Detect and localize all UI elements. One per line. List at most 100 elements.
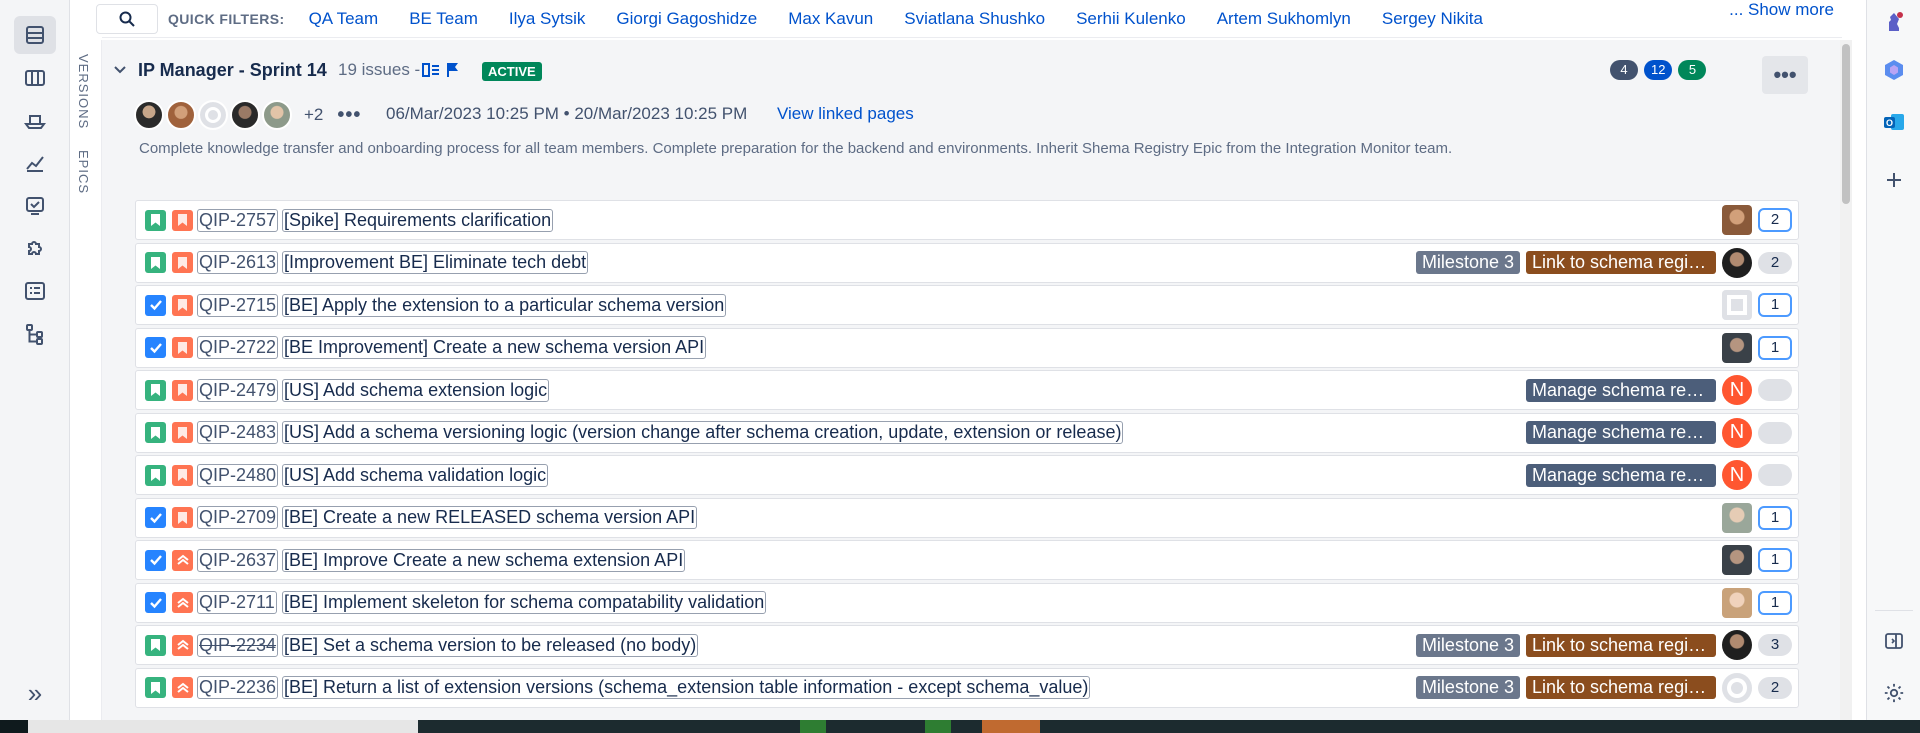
taskbar-app-1[interactable]: [800, 720, 826, 733]
team-avatar-4[interactable]: [230, 100, 260, 130]
story-points-badge[interactable]: 2: [1758, 676, 1792, 699]
filter-max-kavun[interactable]: Max Kavun: [788, 9, 873, 29]
versions-tab[interactable]: VERSIONS: [76, 54, 91, 129]
outlook-app-button[interactable]: O: [1880, 108, 1908, 136]
settings-button[interactable]: [1880, 679, 1908, 707]
story-points-badge[interactable]: 2: [1758, 251, 1792, 274]
issue-summary[interactable]: [Improvement BE] Eliminate tech debt: [282, 251, 589, 274]
issue-key[interactable]: QIP-2709: [197, 506, 279, 529]
show-more-filters-link[interactable]: ... Show more: [1729, 0, 1834, 20]
issue-row[interactable]: QIP-2234 [BE] Set a schema version to be …: [135, 625, 1799, 665]
copilot-app-button[interactable]: [1880, 56, 1908, 84]
sprint-title[interactable]: IP Manager - Sprint 14: [138, 60, 327, 81]
filter-sergey-nikita[interactable]: Sergey Nikita: [1382, 9, 1483, 29]
assignee-avatar[interactable]: [1722, 545, 1752, 575]
hierarchy-nav-button[interactable]: [14, 315, 56, 353]
fix-version-label[interactable]: Milestone 3: [1415, 251, 1520, 274]
issue-row[interactable]: QIP-2483 [US] Add a schema versioning log…: [135, 412, 1799, 453]
issue-row[interactable]: QIP-2480 [US] Add schema validation logic…: [135, 455, 1799, 495]
issue-row[interactable]: QIP-2236 [BE] Return a list of extension …: [135, 667, 1799, 708]
avatar-menu-icon[interactable]: •••: [337, 104, 361, 127]
issue-key[interactable]: QIP-2715: [197, 293, 279, 317]
assignee-avatar[interactable]: N: [1722, 417, 1752, 448]
story-points-badge[interactable]: [1758, 464, 1792, 486]
more-avatars-count[interactable]: +2: [304, 105, 323, 125]
story-points-badge[interactable]: 1: [1758, 335, 1792, 360]
team-avatar-5[interactable]: [262, 100, 292, 130]
taskbar-app-3[interactable]: [982, 720, 1040, 733]
scrollbar[interactable]: [1840, 40, 1852, 720]
taskbar-app-2[interactable]: [925, 720, 951, 733]
issue-key[interactable]: QIP-2480: [197, 463, 279, 487]
story-points-badge[interactable]: 3: [1758, 634, 1792, 656]
board-nav-button[interactable]: [14, 59, 56, 97]
story-points-badge[interactable]: 1: [1758, 505, 1792, 530]
issue-summary[interactable]: [BE] Improve Create a new schema extensi…: [282, 548, 686, 572]
assignee-avatar[interactable]: [1722, 672, 1752, 703]
checklist-nav-button[interactable]: [14, 187, 56, 225]
assignee-avatar[interactable]: [1722, 290, 1752, 320]
sidebar-toggle-button[interactable]: [1880, 627, 1908, 655]
filter-artem-sukhomlyn[interactable]: Artem Sukhomlyn: [1217, 9, 1351, 29]
filter-giorgi-gagoshidze[interactable]: Giorgi Gagoshidze: [616, 9, 757, 29]
issue-key[interactable]: QIP-2479: [197, 378, 279, 402]
team-avatar-1[interactable]: [134, 100, 164, 130]
chess-app-button[interactable]: [1880, 8, 1908, 36]
issue-key[interactable]: QIP-2613: [197, 251, 279, 274]
list-nav-button[interactable]: [14, 272, 56, 310]
story-points-badge[interactable]: [1758, 421, 1792, 444]
sprint-more-actions-button[interactable]: •••: [1762, 56, 1808, 94]
filter-serhii-kulenko[interactable]: Serhii Kulenko: [1076, 9, 1186, 29]
issue-row[interactable]: QIP-2715 [BE] Apply the extension to a pa…: [135, 285, 1799, 325]
taskbar-start[interactable]: [0, 720, 28, 733]
addons-nav-button[interactable]: [14, 229, 56, 267]
issue-row[interactable]: QIP-2709 [BE] Create a new RELEASED schem…: [135, 497, 1799, 538]
filter-be-team[interactable]: BE Team: [409, 9, 478, 29]
filter-sviatlana-shushko[interactable]: Sviatlana Shushko: [904, 9, 1045, 29]
issue-summary[interactable]: [US] Add a schema versioning logic (vers…: [282, 421, 1124, 444]
issue-row[interactable]: QIP-2757 [Spike] Requirements clarificati…: [135, 200, 1799, 240]
view-linked-pages-link[interactable]: View linked pages: [777, 104, 914, 124]
issue-summary[interactable]: [US] Add schema extension logic: [282, 378, 550, 402]
assignee-avatar[interactable]: [1722, 502, 1752, 533]
issue-summary[interactable]: [BE] Implement skeleton for schema compa…: [282, 591, 767, 614]
add-app-button[interactable]: [1880, 166, 1908, 194]
issue-summary[interactable]: [BE Improvement] Create a new schema ver…: [282, 336, 707, 359]
scrollbar-thumb[interactable]: [1842, 44, 1850, 204]
story-points-badge[interactable]: 1: [1758, 590, 1792, 615]
issue-summary[interactable]: [BE] Apply the extension to a particular…: [282, 293, 727, 317]
issue-summary[interactable]: [BE] Create a new RELEASED schema versio…: [282, 506, 698, 529]
issue-key[interactable]: QIP-2722: [197, 336, 279, 359]
assignee-avatar[interactable]: [1722, 332, 1752, 363]
epic-label[interactable]: Manage schema regi...: [1526, 421, 1716, 444]
story-points-badge[interactable]: 2: [1758, 208, 1792, 232]
issue-summary[interactable]: [BE] Set a schema version to be released…: [282, 633, 699, 657]
issue-row[interactable]: QIP-2637 [BE] Improve Create a new schema…: [135, 540, 1799, 580]
assignee-avatar[interactable]: [1722, 247, 1752, 278]
story-points-badge[interactable]: [1758, 379, 1792, 401]
issue-row[interactable]: QIP-2613 [Improvement BE] Eliminate tech …: [135, 242, 1799, 283]
epics-tab[interactable]: EPICS: [76, 150, 91, 194]
issue-summary[interactable]: [US] Add schema validation logic: [282, 463, 549, 487]
issue-row[interactable]: QIP-2722 [BE Improvement] Create a new sc…: [135, 327, 1799, 368]
assignee-avatar[interactable]: N: [1722, 375, 1752, 405]
filter-ilya-sytsik[interactable]: Ilya Sytsik: [509, 9, 586, 29]
issue-key[interactable]: QIP-2637: [197, 548, 279, 572]
team-avatar-3[interactable]: [198, 100, 228, 130]
issue-summary[interactable]: [BE] Return a list of extension versions…: [282, 676, 1091, 699]
issue-row[interactable]: QIP-2711 [BE] Implement skeleton for sche…: [135, 582, 1799, 623]
epic-label[interactable]: Link to schema regis...: [1526, 251, 1716, 274]
fix-version-label[interactable]: Milestone 3: [1415, 633, 1520, 657]
assignee-avatar[interactable]: N: [1722, 460, 1752, 490]
reports-nav-button[interactable]: [14, 144, 56, 182]
issue-key[interactable]: QIP-2483: [197, 421, 279, 444]
story-points-badge[interactable]: 1: [1758, 548, 1792, 572]
fix-version-label[interactable]: Milestone 3: [1415, 676, 1520, 699]
issue-key[interactable]: QIP-2757: [197, 208, 279, 232]
board-link-icon[interactable]: [422, 62, 440, 78]
filter-qa-team[interactable]: QA Team: [309, 9, 379, 29]
issue-key[interactable]: QIP-2234: [197, 633, 279, 657]
team-avatar-2[interactable]: [166, 100, 196, 130]
expand-sidebar-icon[interactable]: »: [20, 680, 50, 706]
issue-row[interactable]: QIP-2479 [US] Add schema extension logic M…: [135, 370, 1799, 410]
